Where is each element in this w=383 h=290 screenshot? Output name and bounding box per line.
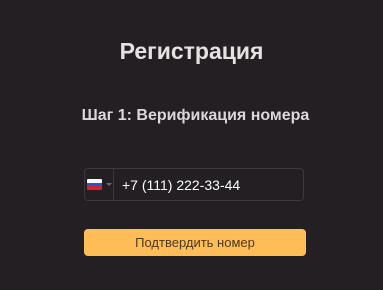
russia-flag-icon <box>86 179 102 190</box>
phone-number-input[interactable] <box>114 169 303 200</box>
confirm-number-button[interactable]: Подтвердить номер <box>84 229 306 256</box>
country-code-select[interactable] <box>85 169 114 200</box>
phone-input-group <box>84 168 304 201</box>
step-title: Шаг 1: Верификация номера <box>81 107 310 124</box>
chevron-down-icon <box>105 183 112 186</box>
page-title: Регистрация <box>119 38 264 64</box>
